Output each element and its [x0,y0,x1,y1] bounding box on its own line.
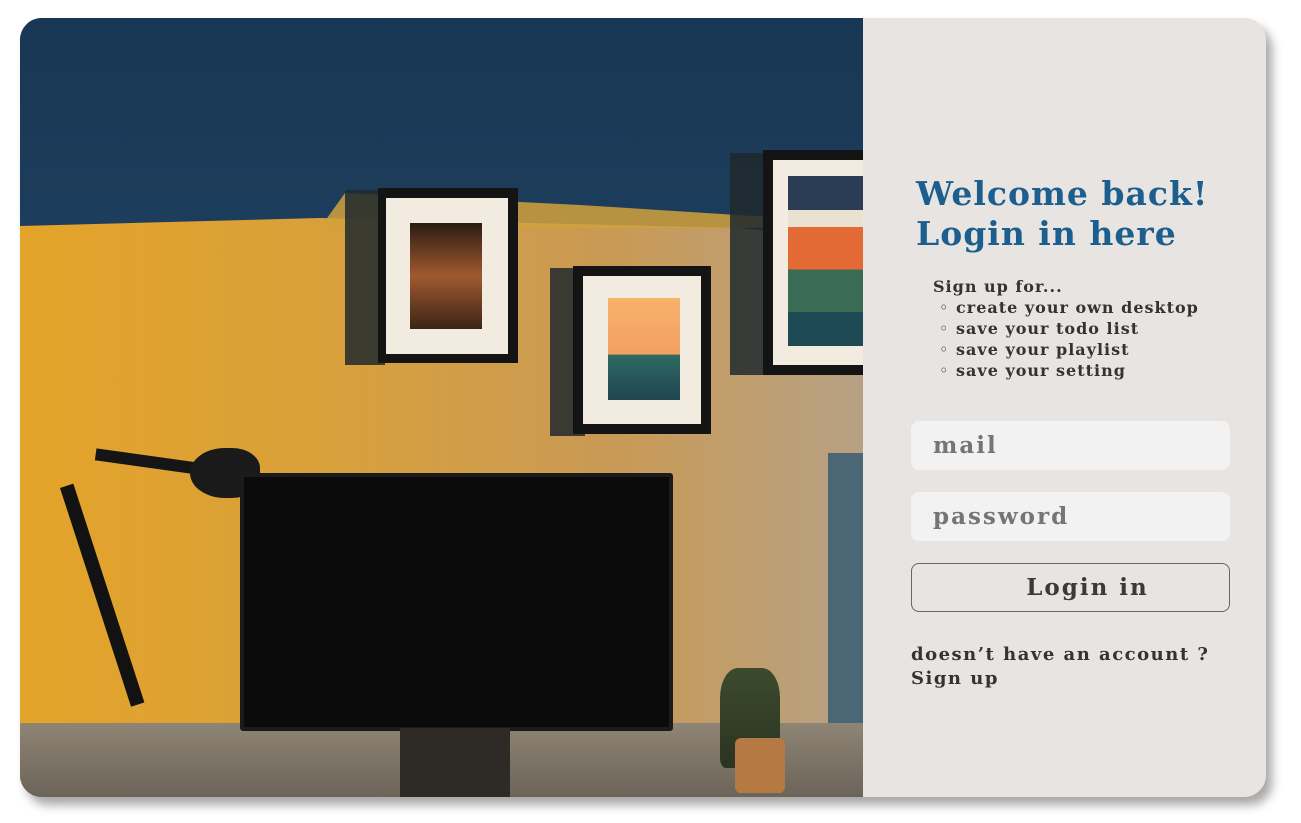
photo-monitor-stand [400,728,510,797]
photo-frame-art [788,176,863,346]
benefit-item: save your setting [933,360,1199,381]
email-field[interactable] [911,421,1230,470]
page-title: Welcome back! Login in here [916,174,1208,254]
photo-frame-art [608,298,680,400]
benefit-list: create your own desktop save your todo l… [933,297,1199,381]
login-button[interactable]: Login in [911,563,1230,612]
photo-frame-art [410,223,482,329]
no-account-text: doesn’t have an account ? [911,644,1210,665]
login-panel: Welcome back! Login in here Sign up for.… [863,18,1266,797]
photo-plant-pot [735,738,785,793]
login-card: Welcome back! Login in here Sign up for.… [20,18,1266,797]
signup-intro: Sign up for... [933,277,1063,296]
title-line: Login in here [916,214,1177,253]
signup-link[interactable]: Sign up [911,667,1209,691]
signup-benefits: Sign up for... create your own desktop s… [933,276,1199,381]
benefit-item: save your playlist [933,339,1199,360]
signup-prompt: doesn’t have an account ? Sign up [911,643,1209,691]
password-field[interactable] [911,492,1230,541]
desk-photo [20,18,863,797]
benefit-item: create your own desktop [933,297,1199,318]
photo-monitor [240,473,673,731]
benefit-item: save your todo list [933,318,1199,339]
title-line: Welcome back! [916,174,1209,213]
